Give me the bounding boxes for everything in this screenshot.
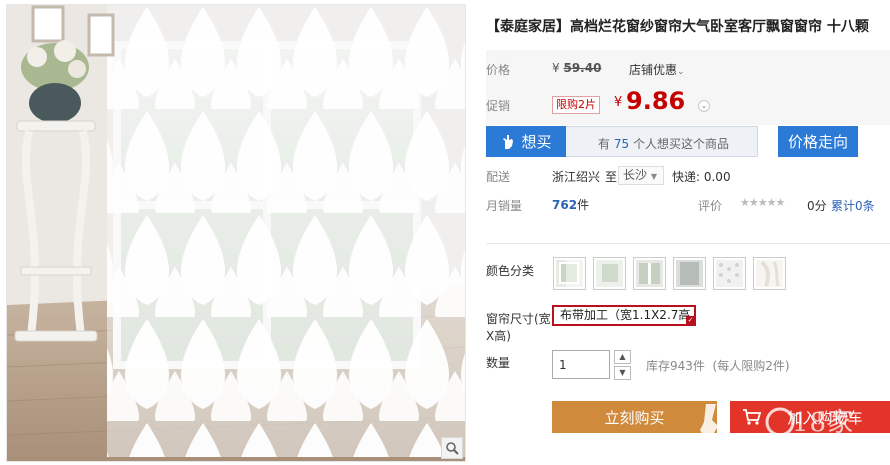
swatch-thumbnail [676,260,703,287]
curtain-photo [7,5,465,461]
ship-to: 至 [605,170,618,184]
stock-info: 库存943件 (每人限购2件) [646,357,790,374]
add-to-cart-label: 加入购物车 [787,408,863,427]
destination-select[interactable]: 长沙 ▼ [618,166,664,185]
want-buy-label: 想买 [521,133,552,151]
color-label: 颜色分类 [486,264,535,278]
price-panel [486,50,890,125]
rating-score: 0分 [807,199,827,213]
sales-count: 762 [552,198,578,212]
chevron-down-icon: ▼ [619,368,626,377]
divider [486,243,890,244]
shipping-label: 配送 [486,170,511,184]
color-swatch-6[interactable] [753,257,786,290]
store-promo-label: 店铺优惠 [629,63,678,77]
rating-label: 评价 [698,199,723,213]
promo-price: 9.86 [626,87,686,115]
shipping-fee: 快递: 0.00 [672,170,731,184]
ship-origin: 浙江绍兴 [552,170,601,184]
rating-stars: ★★★★★ [740,196,785,209]
add-to-cart-button[interactable]: 加入购物车 [730,401,890,433]
zoom-button[interactable] [441,437,463,459]
destination-value: 长沙 [623,168,648,182]
monthly-sales: 762件 [552,196,589,213]
quantity-input[interactable] [552,350,610,379]
want-count: 75 [613,137,630,151]
store-promo-toggle[interactable]: 店铺优惠⌄ [629,61,685,78]
promo-label: 促销 [486,99,511,113]
product-title: 【泰庭家居】高档烂花窗纱窗帘大气卧室客厅飘窗窗帘 十八颗 [486,19,869,35]
swatch-thumbnail [756,260,783,287]
reviews-link[interactable]: 累计0条 [831,197,875,214]
dropdown-arrow-icon: ▼ [650,172,657,181]
size-label-line1: 窗帘尺寸(宽 [486,312,551,326]
price-detail-chevron-icon[interactable]: ⌄ [698,100,710,112]
sales-label: 月销量 [486,199,523,213]
swatch-thumbnail [596,260,623,287]
promo-currency: ¥ [614,95,623,110]
want-count-text: 有 75 个人想买这个商品 [598,135,729,152]
check-icon: ✓ [686,316,694,324]
swatch-thumbnail [556,260,583,287]
want-pre: 有 [598,137,611,151]
color-swatch-2[interactable] [593,257,626,290]
quantity-increase-button[interactable]: ▲ [614,350,631,364]
price-label: 价格 [486,63,511,77]
size-option-label: 布带加工（宽1.1X2.7高 [560,308,691,322]
color-swatch-3[interactable] [633,257,666,290]
color-swatch-1[interactable] [553,257,586,290]
purchase-limit: (每人限购2件) [712,359,790,373]
chevron-down-icon: ⌄ [677,67,685,77]
size-label-line2: X高) [486,329,511,343]
swatch-thumbnail [716,260,743,287]
quantity-decrease-button[interactable]: ▼ [614,366,631,380]
swatch-thumbnail [636,260,663,287]
hand-icon [503,134,514,149]
limit-badge: 限购2片 [552,96,600,114]
original-price: ¥ 59.40 [552,61,601,75]
want-post: 个人想买这个商品 [632,137,729,151]
color-swatch-5[interactable] [713,257,746,290]
quantity-label: 数量 [486,356,511,370]
size-option-selected[interactable]: 布带加工（宽1.1X2.7高 ✓ [552,305,696,326]
product-image[interactable] [6,4,466,462]
want-buy-button[interactable]: 想买 [486,126,566,157]
stock-count: 库存943件 [646,359,705,373]
cart-icon [743,409,762,425]
magnifier-icon [446,442,459,455]
buy-now-button[interactable]: 立刻购买 [552,401,717,433]
original-price-value: 59.40 [563,61,602,75]
sales-unit: 件 [577,198,590,212]
color-swatch-4[interactable] [673,257,706,290]
original-currency: ¥ [552,61,560,75]
price-trend-button[interactable]: 价格走向 [778,126,858,157]
chevron-up-icon: ▲ [619,352,626,361]
